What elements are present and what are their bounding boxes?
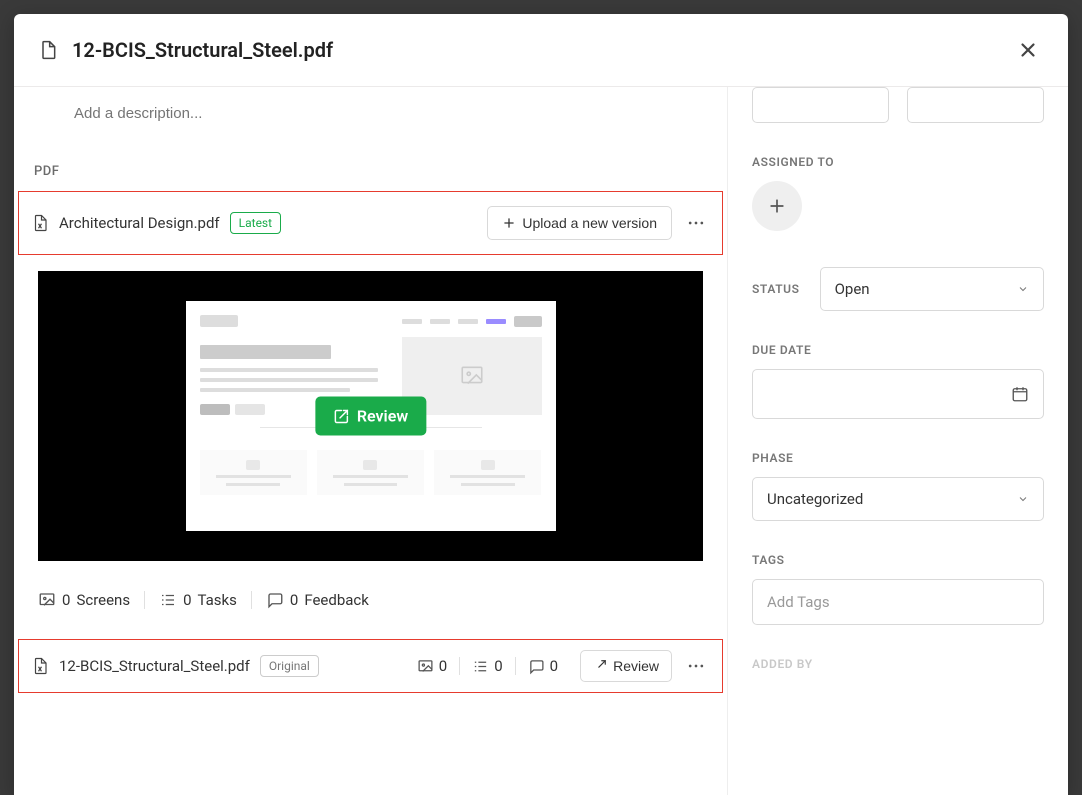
due-date-label: DUE DATE [752,343,1044,357]
badge-latest: Latest [230,212,281,234]
stat-screens[interactable]: 0 [405,657,459,675]
review-label: Review [357,407,408,426]
review-button[interactable]: Review [315,397,426,436]
stat-feedback[interactable]: 0 [515,657,570,675]
file-version-row-original: 12-BCIS_Structural_Steel.pdf Original 0 … [18,639,723,693]
stat-feedback[interactable]: 0 Feedback [251,591,383,609]
main-panel: PDF Architectural Design.pdf Latest Uplo… [14,87,728,795]
file-detail-modal: 12-BCIS_Structural_Steel.pdf PDF [14,14,1068,795]
details-sidebar: ASSIGNED TO STATUS Open DUE DATE PHASE U… [728,87,1068,795]
added-by-label: ADDED BY [752,657,1044,671]
stat-tasks[interactable]: 0 [459,657,514,675]
file-version-row-latest: Architectural Design.pdf Latest Upload a… [18,191,723,255]
page-title: 12-BCIS_Structural_Steel.pdf [72,38,1012,62]
due-date-input[interactable] [752,369,1044,419]
upload-version-label: Upload a new version [522,215,657,231]
pdf-icon [31,657,49,675]
file-preview: Review [38,271,703,561]
file-stats-row: 0 Screens 0 Tasks 0 Feedback [38,591,703,609]
tags-label: TAGS [752,553,1044,567]
phase-select[interactable]: Uncategorized [752,477,1044,521]
description-input[interactable] [14,87,727,132]
sidebar-action-2[interactable] [907,87,1044,123]
file-name[interactable]: 12-BCIS_Structural_Steel.pdf [59,657,250,675]
stat-screens[interactable]: 0 Screens [38,591,144,609]
assigned-to-label: ASSIGNED TO [752,155,1044,169]
badge-original: Original [260,655,319,677]
status-select[interactable]: Open [820,267,1044,311]
stat-tasks[interactable]: 0 Tasks [144,591,251,609]
sidebar-top-actions [752,87,1044,123]
modal-header: 12-BCIS_Structural_Steel.pdf [14,14,1068,87]
tags-input[interactable]: Add Tags [752,579,1044,625]
add-assignee-button[interactable] [752,181,802,231]
upload-version-button[interactable]: Upload a new version [487,206,672,240]
more-actions-button[interactable] [682,652,710,680]
file-icon [38,40,58,60]
section-label-pdf: PDF [34,164,727,179]
file-name[interactable]: Architectural Design.pdf [59,214,220,232]
review-button-small[interactable]: Review [580,650,672,682]
more-actions-button[interactable] [682,209,710,237]
phase-label: PHASE [752,451,1044,465]
status-label: STATUS [752,282,800,296]
pdf-icon [31,214,49,232]
close-button[interactable] [1012,34,1044,66]
calendar-icon [1011,385,1029,403]
sidebar-action-1[interactable] [752,87,889,123]
